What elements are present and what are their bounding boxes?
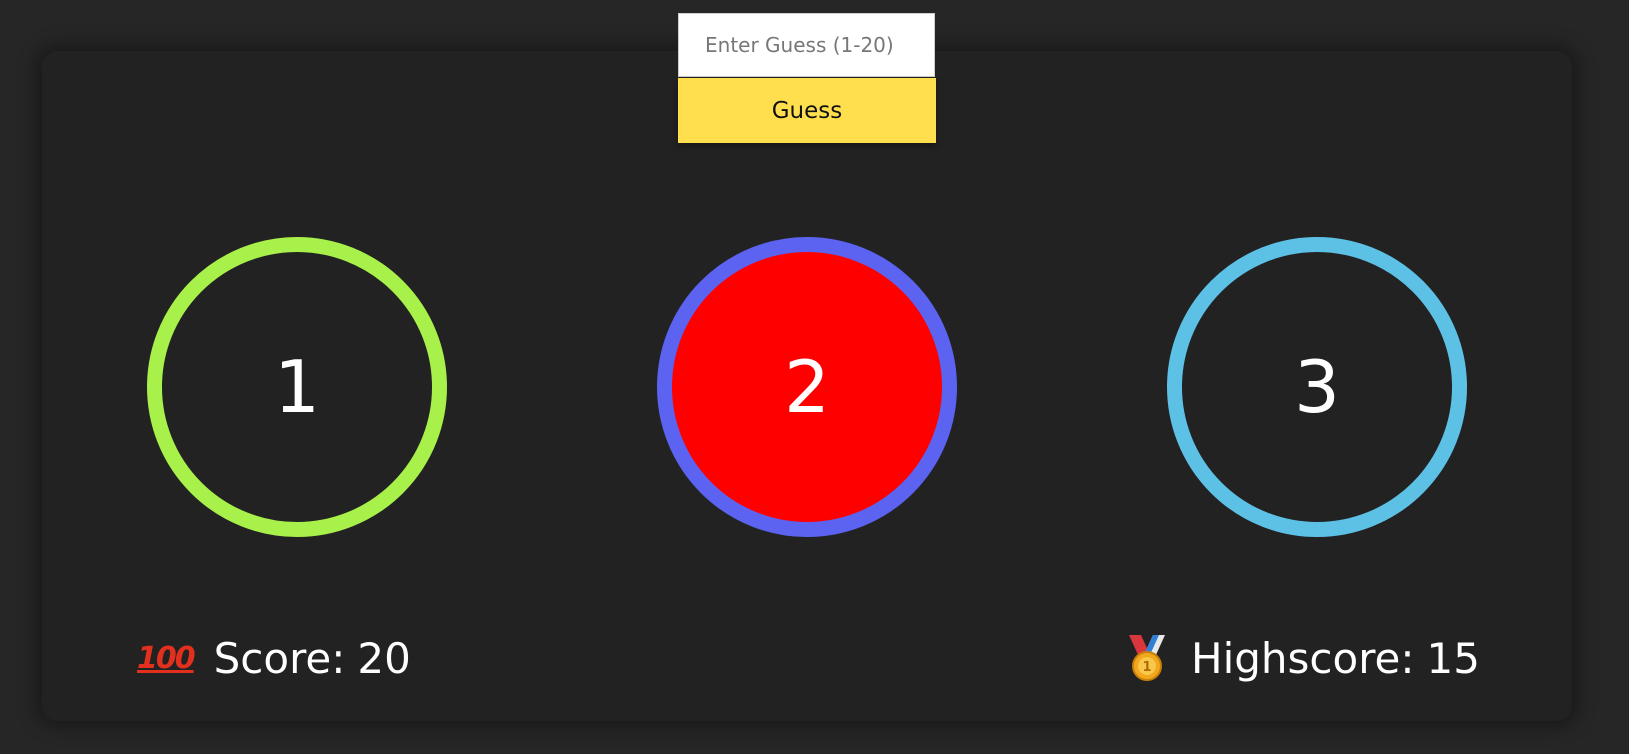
score-display: 100 Score: 20: [137, 630, 411, 686]
circle-label: 3: [1294, 345, 1340, 429]
highscore-value: 15: [1426, 633, 1480, 683]
guess-button[interactable]: Guess: [678, 78, 936, 143]
circle-label: 1: [274, 345, 320, 429]
circle-option-1[interactable]: 1: [147, 237, 447, 537]
hundred-points-icon: 100: [137, 640, 196, 676]
score-label: Score:: [213, 633, 346, 683]
svg-text:1: 1: [1142, 660, 1151, 675]
medal-icon: 1: [1123, 633, 1171, 683]
score-value: 20: [357, 633, 411, 683]
circle-option-3[interactable]: 3: [1167, 237, 1467, 537]
highscore-display: 1 Highscore: 15: [1123, 630, 1480, 686]
guess-input[interactable]: [678, 13, 935, 77]
highscore-label: Highscore:: [1191, 633, 1415, 683]
circle-option-2[interactable]: 2: [657, 237, 957, 537]
circle-label: 2: [784, 345, 830, 429]
